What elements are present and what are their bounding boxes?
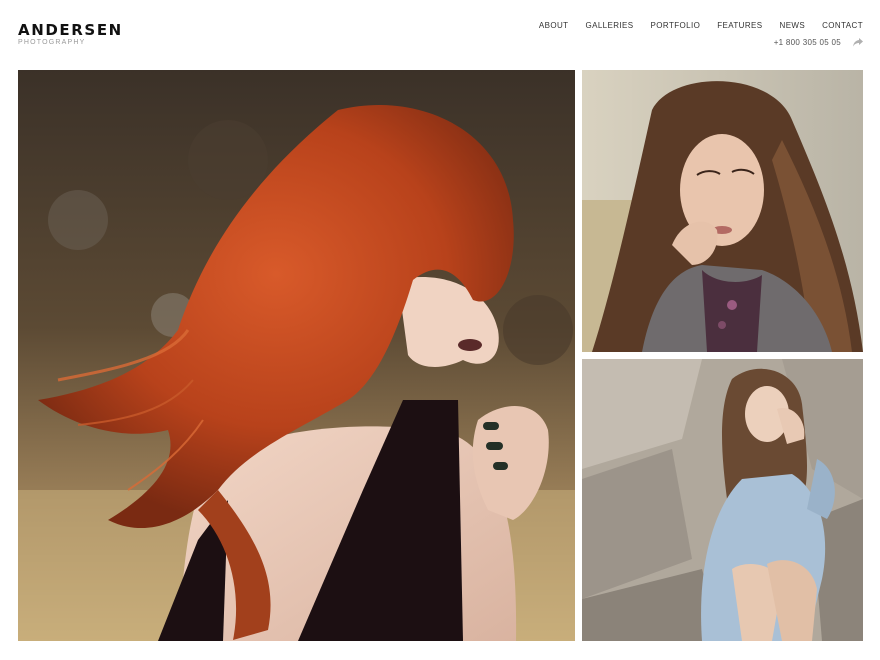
brunette-photo [582, 70, 863, 352]
site-logo[interactable]: ANDERSEN PHOTOGRAPHY [18, 22, 123, 47]
redhead-photo [18, 70, 575, 641]
rocks-photo [582, 359, 863, 641]
gallery-image-rocks[interactable] [582, 359, 863, 641]
nav-about[interactable]: ABOUT [539, 21, 569, 31]
nav-contact[interactable]: CONTACT [822, 21, 863, 31]
contact-row: +1 800 305 05 05 [774, 38, 863, 47]
nav-portfolio[interactable]: PORTFOLIO [651, 21, 701, 31]
main-nav: ABOUT GALLERIES PORTFOLIO FEATURES NEWS … [539, 21, 863, 31]
nav-galleries[interactable]: GALLERIES [585, 21, 633, 31]
nav-news[interactable]: NEWS [780, 21, 806, 31]
logo-title: ANDERSEN [18, 21, 123, 39]
logo-tagline: PHOTOGRAPHY [18, 39, 86, 46]
gallery-image-brunette[interactable] [582, 70, 863, 352]
share-icon[interactable] [853, 38, 863, 47]
nav-features[interactable]: FEATURES [717, 21, 762, 31]
phone-number: +1 800 305 05 05 [773, 38, 841, 47]
site-header: ANDERSEN PHOTOGRAPHY ABOUT GALLERIES POR… [0, 0, 880, 70]
gallery-image-redhead[interactable] [18, 70, 575, 641]
